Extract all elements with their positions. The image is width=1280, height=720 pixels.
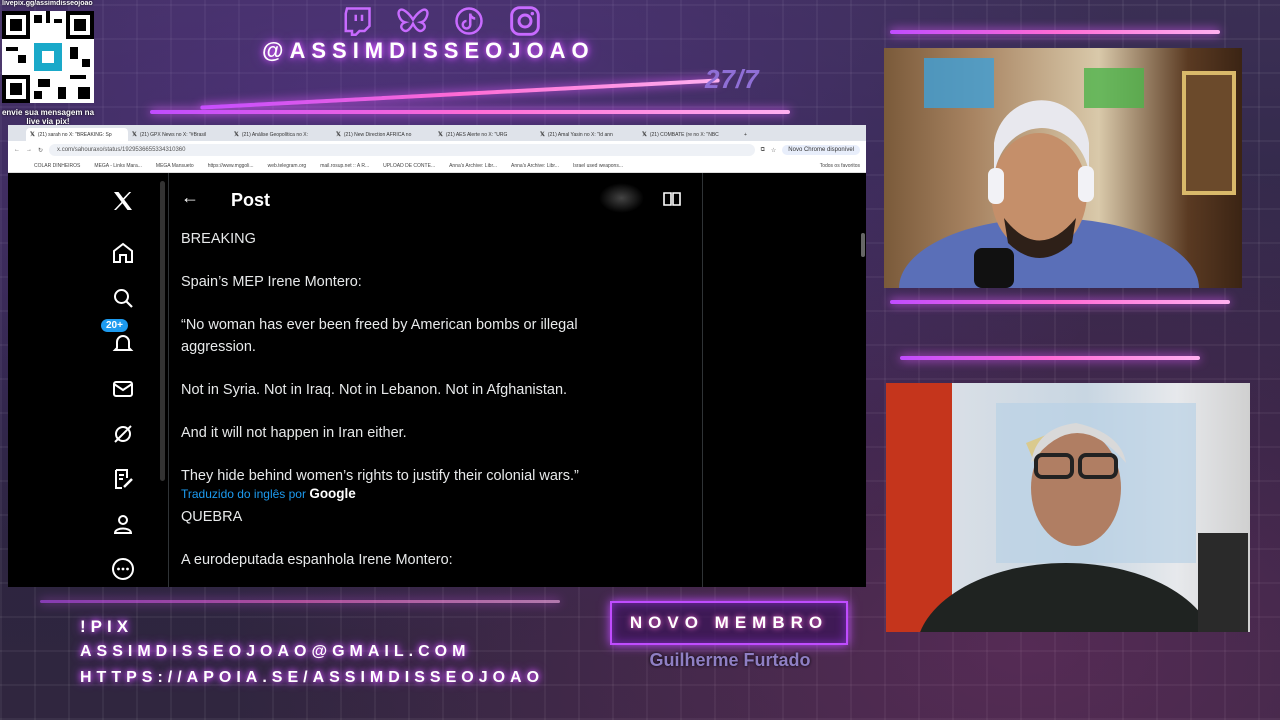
tab-label: (21) sarah no X: "BREAKING: Sp	[37, 131, 112, 138]
browser-tab[interactable]: 𝕏 (21) sarah no X: "BREAKING: Sp	[26, 128, 128, 141]
sidebar-scrollbar[interactable]	[160, 181, 165, 481]
reader-view-icon[interactable]	[663, 191, 681, 212]
x-logo-icon: 𝕏	[234, 132, 239, 138]
browser-tab[interactable]: 𝕏 (21) Amal Yasin no X: "Id ann	[536, 128, 638, 141]
channel-handle: @ASSIMDISSEOJOAO	[262, 38, 595, 63]
x-logo-icon: 𝕏	[336, 132, 341, 138]
new-member-name: Guilherme Furtado	[649, 650, 811, 670]
bookmark-item[interactable]: Anna's Archive: Libr...	[511, 163, 559, 169]
post-translated-line: QUEBRA	[181, 509, 243, 525]
pix-label: !PIX	[80, 617, 134, 636]
bookmarks-bar: COLAR DINHEIROS MEGA - Links Mara... MEG…	[8, 159, 866, 173]
post-text-line: Spain’s MEP Irene Montero:	[181, 274, 362, 290]
browser-tab[interactable]: 𝕏 (21) GPX News no X: "#Brasil	[128, 128, 230, 141]
star-icon[interactable]: ☆	[771, 147, 776, 154]
webcam-guest	[886, 383, 1250, 632]
browser-window: 𝕏 (21) sarah no X: "BREAKING: Sp 𝕏 (21) GP…	[8, 125, 866, 587]
pix-email: ASSIMDISSEOJOAO@GMAIL.COM	[80, 643, 471, 660]
tab-label: (21) GPX News no X: "#Brasil	[139, 131, 207, 138]
notification-badge: 20+	[101, 319, 128, 332]
bookmark-item[interactable]: UPLOAD DE CONTE...	[383, 163, 435, 169]
post-text-line: Not in Syria. Not in Iraq. Not in Lebano…	[181, 381, 568, 398]
post-translated-line: A eurodeputada espanhola Irene Montero:	[181, 552, 453, 568]
new-member-title: NOVO MEMBRO	[629, 613, 829, 632]
x-logo-icon: 𝕏	[540, 132, 545, 138]
post-text-line: “No woman has ever been freed by America…	[181, 317, 578, 355]
x-logo-icon: 𝕏	[438, 132, 443, 138]
tab-strip: 𝕏 (21) sarah no X: "BREAKING: Sp 𝕏 (21) GP…	[8, 125, 866, 141]
bookmark-item[interactable]: mail.rosup.net :: A R...	[320, 163, 369, 169]
neon-line	[150, 110, 790, 114]
qr-panel: livepix.gg/assimdisseojoao envie sua men…	[0, 0, 96, 128]
bookmark-item[interactable]: Todos os favoritos	[820, 163, 860, 169]
update-chrome-button[interactable]: Novo Chrome disponível	[782, 145, 860, 155]
qr-note: envie sua mensagem na live via pix!	[1, 108, 95, 126]
tab-label: (21) AES Alerte no X: "URG	[445, 131, 508, 138]
neon-line	[890, 300, 1230, 304]
tab-label: (21) Análise Geopolítica no X:	[241, 131, 308, 138]
date-label: 27/7	[705, 64, 760, 94]
translated-prefix: Traduzido do inglês por	[181, 487, 306, 501]
x-logo-icon[interactable]	[103, 181, 143, 221]
browser-tab[interactable]: 𝕏 (21) New Direction AFRICA no	[332, 128, 434, 141]
back-arrow-icon[interactable]: ←	[181, 187, 199, 208]
post-text-line: BREAKING	[181, 231, 256, 247]
more-options-icon[interactable]	[103, 549, 143, 587]
messages-envelope-icon[interactable]	[103, 369, 143, 409]
forward-arrow-icon[interactable]: →	[26, 147, 32, 153]
browser-tab[interactable]: 𝕏 (21) Análise Geopolítica no X:	[230, 128, 332, 141]
tab-label: (21) New Direction AFRICA no	[343, 131, 412, 138]
bookmark-item[interactable]: https://www.mggoli...	[208, 163, 254, 169]
page-scrollbar[interactable]	[861, 233, 865, 257]
bookmark-item[interactable]: MEGA - Links Mara...	[94, 163, 142, 169]
qr-code	[2, 11, 94, 103]
url-field[interactable]: x.com/sahouraxo/status/19295366553343103…	[49, 144, 755, 156]
google-brand: Google	[309, 486, 356, 501]
x-app: 20+ ← Post BREAKING Spain’s MEP Irene Mo…	[8, 173, 866, 587]
browser-tab[interactable]: 𝕏 (21) COMBATE (re no X: "NBC	[638, 128, 740, 141]
twitch-icon	[340, 4, 374, 38]
translation-note[interactable]: Traduzido do inglês por Google	[181, 486, 641, 502]
neon-line	[40, 600, 560, 603]
post-text-line: And it will not happen in Iran either.	[181, 424, 407, 441]
extensions-icon[interactable]: ⧉	[761, 147, 765, 154]
profile-icon[interactable]	[103, 504, 143, 544]
lists-icon[interactable]	[103, 459, 143, 499]
bookmark-item[interactable]: MEGA Mansueto	[156, 163, 194, 169]
search-icon[interactable]	[103, 278, 143, 318]
grok-icon[interactable]	[103, 414, 143, 454]
new-tab-button[interactable]: +	[740, 128, 754, 141]
webcam-host	[884, 48, 1242, 288]
home-icon[interactable]	[103, 233, 143, 273]
post-header: ← Post	[169, 173, 702, 225]
qr-link: livepix.gg/assimdisseojoao	[2, 0, 93, 7]
reload-icon[interactable]: ↻	[38, 147, 43, 154]
instagram-icon	[508, 4, 542, 38]
bookmark-item[interactable]: COLAR DINHEIROS	[34, 163, 80, 169]
browser-tab[interactable]: 𝕏 (21) AES Alerte no X: "URG	[434, 128, 536, 141]
post-column: ← Post BREAKING Spain’s MEP Irene Monter…	[168, 173, 703, 587]
pix-url: HTTPS://APOIA.SE/ASSIMDISSEOJOAO	[80, 669, 545, 686]
x-logo-icon: 𝕏	[30, 132, 35, 138]
new-member-banner: NOVO MEMBRO	[610, 601, 848, 645]
tab-label: (21) Amal Yasin no X: "Id ann	[547, 131, 613, 138]
tiktok-icon	[452, 4, 486, 38]
bookmark-item[interactable]: web.telegram.org	[268, 163, 307, 169]
x-logo-icon: 𝕏	[642, 132, 647, 138]
address-bar-row: ← → ↻ x.com/sahouraxo/status/19295366553…	[8, 141, 866, 159]
bookmark-item[interactable]: Israel used weapons...	[573, 163, 623, 169]
bluesky-icon	[396, 4, 430, 38]
neon-line	[890, 30, 1220, 34]
bookmark-item[interactable]: Anna's Archive: Libr...	[449, 163, 497, 169]
post-body: BREAKING Spain’s MEP Irene Montero: “No …	[181, 229, 641, 587]
tab-label: (21) COMBATE (re no X: "NBC	[649, 131, 719, 138]
x-logo-icon: 𝕏	[132, 132, 137, 138]
social-icons	[340, 4, 542, 38]
back-arrow-icon[interactable]: ←	[14, 147, 20, 153]
blurred-area	[599, 183, 644, 213]
neon-line	[900, 356, 1200, 360]
post-text-line: They hide behind women’s rights to justi…	[181, 467, 579, 484]
post-title: Post	[231, 190, 271, 210]
